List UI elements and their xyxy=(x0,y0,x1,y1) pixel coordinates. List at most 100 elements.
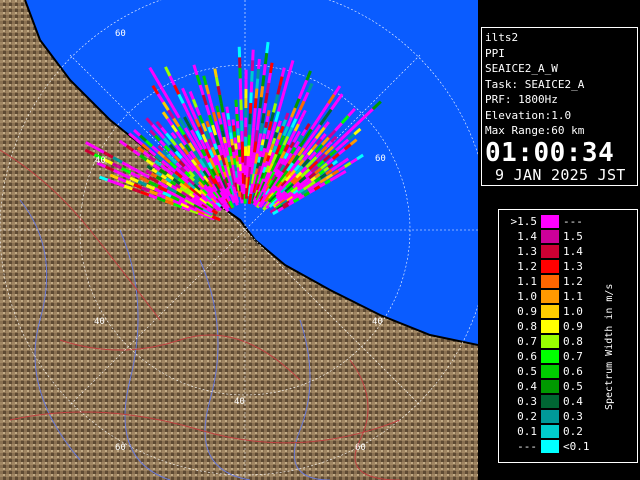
legend-swatch xyxy=(541,440,559,453)
legend-swatch xyxy=(541,395,559,408)
echo-segment xyxy=(258,150,263,158)
elevation-value: Elevation:1.0 xyxy=(485,108,572,122)
echo-segment xyxy=(262,127,268,134)
legend-value-high: 0.2 xyxy=(563,425,583,438)
echo-segment xyxy=(257,156,262,163)
echo-segment xyxy=(268,62,274,74)
echo-segment xyxy=(263,138,269,149)
legend-value-high: 0.5 xyxy=(563,380,583,393)
echo-segment xyxy=(218,94,223,104)
echo-segment xyxy=(218,117,223,125)
legend-row: 1.1 1.2 xyxy=(499,274,637,289)
legend-swatch xyxy=(541,230,559,243)
scan-time: 01:00:34 xyxy=(485,137,615,168)
legend-row: 0.9 1.0 xyxy=(499,304,637,319)
prf-value: PRF: 1800Hz xyxy=(485,93,558,106)
legend-value-low: 0.3 xyxy=(517,395,537,408)
echo-segment xyxy=(263,52,269,65)
echo-segment xyxy=(229,155,235,166)
legend-value-high: 1.0 xyxy=(563,305,583,318)
echo-segment xyxy=(225,148,230,156)
legend-value-low: 1.1 xyxy=(517,275,537,288)
echo-segment xyxy=(258,97,263,109)
echo-segment xyxy=(214,77,220,87)
range-label: 60 xyxy=(115,29,126,39)
legend-row: >1.5 --- xyxy=(499,214,637,229)
echo-segment xyxy=(253,141,258,153)
legend-row: 1.0 1.1 xyxy=(499,289,637,304)
echo-segment xyxy=(205,120,211,128)
echo-segment xyxy=(219,103,225,113)
color-legend: >1.5 --- 1.4 1.5 1.3 1.4 1.2 1.3 1.1 1.2 1.0 1.1 0.9… xyxy=(498,209,638,463)
legend-swatch xyxy=(541,425,559,438)
echo-segment xyxy=(266,110,271,117)
echo-segment xyxy=(215,105,220,113)
echo-segment xyxy=(254,130,259,142)
legend-title: Spectrum Width in m/s xyxy=(604,283,615,410)
legend-row: 0.7 0.8 xyxy=(499,334,637,349)
legend-value-low: 1.2 xyxy=(517,260,537,273)
echo-segment xyxy=(231,119,236,126)
echo-segment xyxy=(254,153,259,164)
echo-segment xyxy=(211,137,216,145)
legend-swatch xyxy=(541,245,559,258)
echo-segment xyxy=(217,154,222,161)
echo-segment xyxy=(269,143,275,151)
legend-row: 0.3 0.4 xyxy=(499,394,637,409)
legend-value-low: 0.4 xyxy=(517,380,537,393)
task-name: Task: SEAICE2_A xyxy=(485,77,585,91)
range-label: 40 xyxy=(95,156,106,166)
range-label: 40 xyxy=(94,317,105,327)
legend-value-high: 1.1 xyxy=(563,290,583,303)
echo-segment xyxy=(255,143,261,154)
legend-swatch xyxy=(541,380,559,393)
echo-segment xyxy=(233,164,238,172)
echo-segment xyxy=(234,149,239,156)
echo-segment xyxy=(228,147,233,157)
radar-name: ilts2 xyxy=(485,31,519,44)
echo-segment xyxy=(264,92,269,104)
legend-row: 0.8 0.9 xyxy=(499,319,637,334)
echo-segment xyxy=(231,145,235,152)
legend-value-high: <0.1 xyxy=(563,440,590,453)
echo-segment xyxy=(278,76,284,86)
echo-segment xyxy=(236,167,241,174)
echo-segment xyxy=(262,63,267,76)
legend-swatch xyxy=(541,290,559,303)
echo-segment xyxy=(223,142,229,150)
echo-segment xyxy=(265,129,271,140)
range-label: 60 xyxy=(115,443,126,453)
echo-segment xyxy=(265,41,270,54)
legend-value-high: 0.7 xyxy=(563,350,583,363)
legend-value-low: 1.3 xyxy=(517,245,537,258)
echo-segment xyxy=(251,127,256,138)
echo-segment xyxy=(253,98,258,109)
legend-row: 1.2 1.3 xyxy=(499,259,637,274)
legend-value-high: 1.3 xyxy=(563,260,583,273)
echo-segment xyxy=(231,151,236,159)
echo-segment xyxy=(259,144,264,152)
legend-swatch xyxy=(541,365,559,378)
scan-name: SEAICE2_A_W xyxy=(485,62,558,75)
echo-segment xyxy=(274,94,280,104)
echo-segment xyxy=(209,131,215,139)
echo-segment xyxy=(257,133,263,144)
echo-segment xyxy=(221,112,227,122)
echo-segment xyxy=(269,111,275,122)
echo-segment xyxy=(235,155,240,162)
echo-segment xyxy=(273,131,279,139)
legend-value-high: 1.4 xyxy=(563,245,583,258)
echo-segment xyxy=(228,125,233,133)
echo-segment xyxy=(267,149,273,156)
echo-segment xyxy=(265,115,270,123)
echo-segment xyxy=(275,126,281,133)
legend-swatch xyxy=(541,350,559,363)
echo-segment xyxy=(254,88,259,99)
echo-segment xyxy=(248,157,253,168)
max-range-value: Max Range:60 km xyxy=(485,124,585,137)
legend-row: --- <0.1 xyxy=(499,439,637,454)
radar-ppi-map[interactable]: 60 40 40 40 40 60 60 60 xyxy=(0,0,478,480)
legend-swatch xyxy=(541,260,559,273)
echo-segment xyxy=(265,82,271,94)
legend-swatch xyxy=(541,305,559,318)
